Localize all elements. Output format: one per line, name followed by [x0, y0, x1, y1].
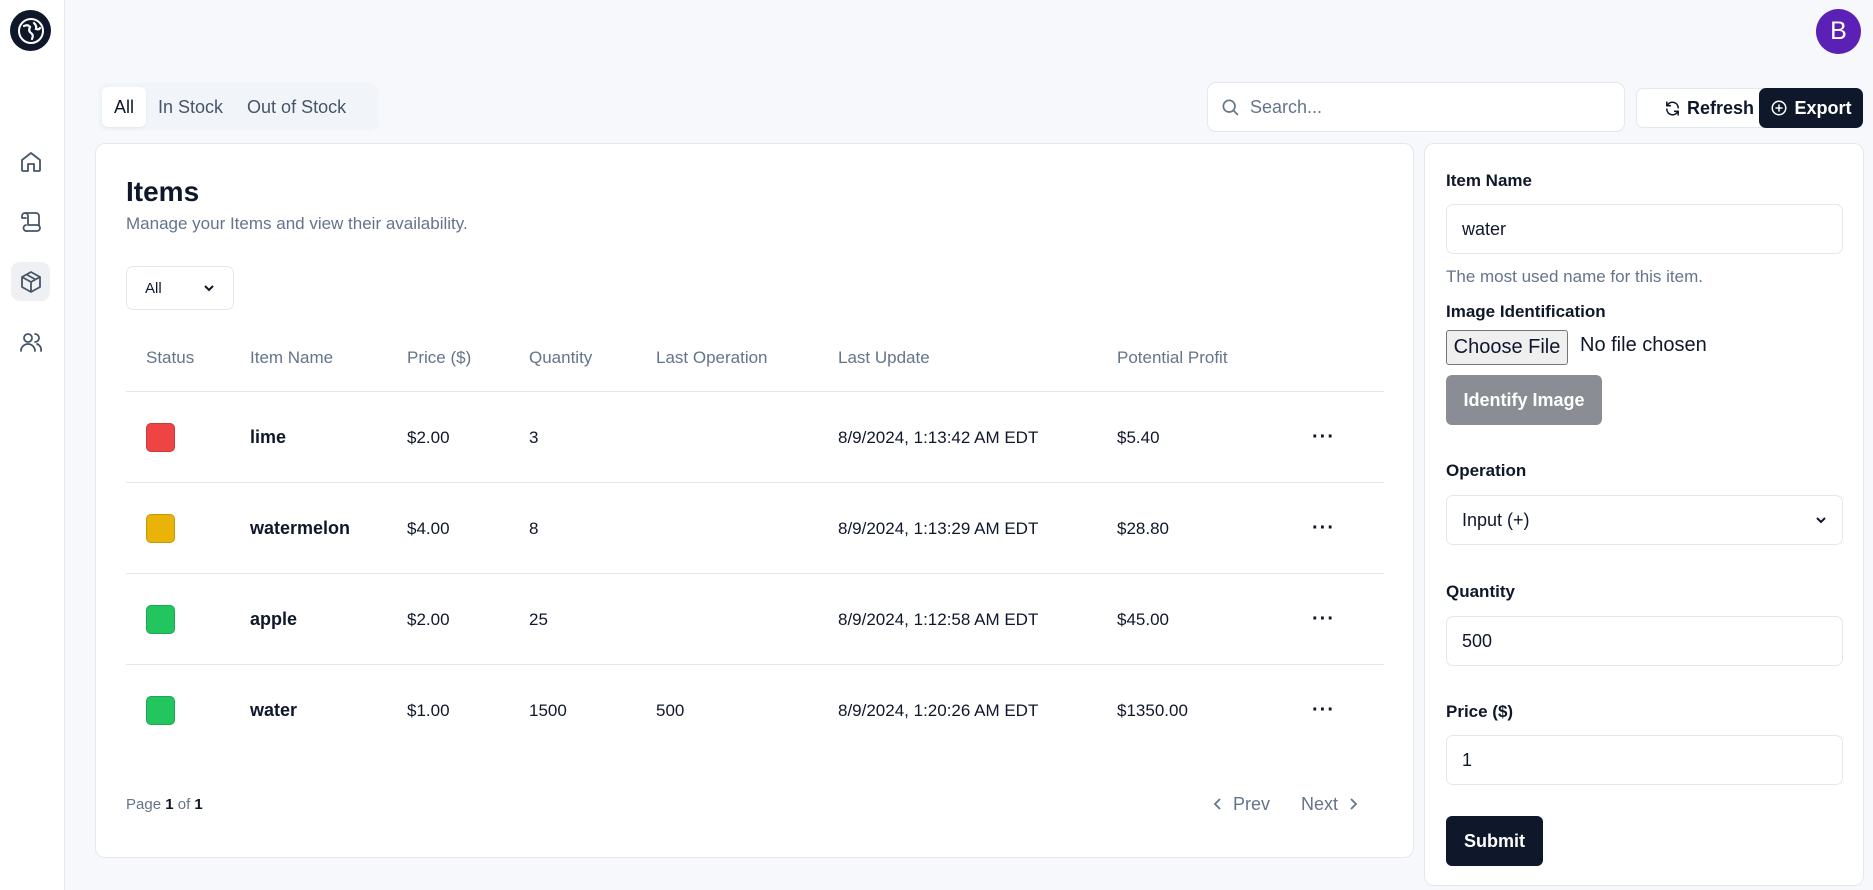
- table-row[interactable]: apple $2.00 25 8/9/2024, 1:12:58 AM EDT …: [126, 574, 1384, 665]
- item-price: $2.00: [407, 609, 450, 629]
- image-identification-label: Image Identification: [1446, 302, 1606, 321]
- item-profit: $5.40: [1117, 427, 1160, 447]
- more-actions-icon[interactable]: ···: [1312, 665, 1335, 756]
- item-last-update: 8/9/2024, 1:13:29 AM EDT: [838, 518, 1039, 538]
- page-title: Items: [126, 176, 200, 207]
- col-potential-profit: Potential Profit: [1117, 348, 1228, 367]
- col-item-name: Item Name: [250, 348, 334, 367]
- submit-button[interactable]: Submit: [1446, 816, 1543, 866]
- tab-in-stock[interactable]: In Stock: [146, 87, 235, 127]
- quantity-value: 500: [1462, 630, 1493, 651]
- item-name: lime: [250, 427, 287, 447]
- package-icon[interactable]: [11, 262, 50, 301]
- items-card: Items Manage your Items and view their a…: [95, 143, 1414, 858]
- chevron-left-icon: [1213, 798, 1221, 810]
- stock-tabs: All In Stock Out of Stock: [98, 83, 378, 131]
- choose-file-button[interactable]: Choose File: [1446, 330, 1568, 365]
- table-row[interactable]: watermelon $4.00 8 8/9/2024, 1:13:29 AM …: [126, 483, 1384, 574]
- item-form: Item Name water The most used name for t…: [1424, 143, 1864, 886]
- tab-all[interactable]: All: [102, 87, 147, 127]
- scroll-icon[interactable]: [11, 202, 50, 241]
- item-name-hint: The most used name for this item.: [1446, 267, 1703, 286]
- col-last-operation: Last Operation: [656, 348, 768, 367]
- more-actions-icon[interactable]: ···: [1312, 483, 1335, 574]
- table-row[interactable]: lime $2.00 3 8/9/2024, 1:13:42 AM EDT $5…: [126, 392, 1384, 483]
- next-page-button[interactable]: Next: [1301, 784, 1360, 824]
- items-table: Status Item Name Price ($) Quantity Last…: [126, 324, 1384, 756]
- home-icon[interactable]: [11, 142, 50, 181]
- item-name-value: water: [1462, 218, 1507, 239]
- price-label: Price ($): [1446, 702, 1514, 721]
- item-quantity: 25: [529, 609, 548, 629]
- export-button[interactable]: Export: [1759, 88, 1863, 128]
- search-icon: [1222, 99, 1239, 116]
- item-last-update: 8/9/2024, 1:12:58 AM EDT: [838, 609, 1039, 629]
- quantity-label: Quantity: [1446, 582, 1515, 601]
- chevron-right-icon: [1350, 798, 1358, 810]
- prev-label: Prev: [1233, 793, 1271, 814]
- col-last-update: Last Update: [838, 348, 930, 367]
- search-box: [1207, 82, 1625, 132]
- item-last-operation: 500: [656, 700, 685, 720]
- operation-label: Operation: [1446, 461, 1527, 480]
- item-profit: $45.00: [1117, 609, 1169, 629]
- operation-select[interactable]: Input (+): [1446, 495, 1843, 545]
- chevron-down-icon: [1816, 517, 1826, 524]
- of-word: of: [177, 796, 191, 813]
- total-pages: 1: [194, 796, 203, 813]
- price-input[interactable]: 1: [1446, 735, 1843, 785]
- more-actions-icon[interactable]: ···: [1312, 392, 1335, 483]
- item-name: watermelon: [250, 518, 351, 538]
- prev-page-button[interactable]: Prev: [1211, 784, 1270, 824]
- status-indicator: [146, 605, 175, 634]
- quantity-input[interactable]: 500: [1446, 616, 1843, 666]
- no-file-text: No file chosen: [1580, 334, 1707, 356]
- refresh-icon: [1666, 100, 1679, 116]
- current-page: 1: [165, 796, 174, 813]
- table-row[interactable]: water $1.00 1500 500 8/9/2024, 1:20:26 A…: [126, 665, 1384, 756]
- col-price: Price ($): [407, 348, 472, 367]
- item-quantity: 1500: [529, 700, 567, 720]
- price-value: 1: [1462, 749, 1473, 770]
- app-logo-icon[interactable]: [10, 10, 51, 51]
- next-label: Next: [1301, 793, 1339, 814]
- item-quantity: 8: [529, 518, 539, 538]
- status-indicator: [146, 696, 175, 725]
- page-subtitle: Manage your Items and view their availab…: [126, 214, 468, 233]
- page-indicator: Page 1 of 1: [126, 796, 203, 813]
- status-indicator: [146, 514, 175, 543]
- col-quantity: Quantity: [529, 348, 593, 367]
- identify-image-button[interactable]: Identify Image: [1446, 375, 1602, 425]
- item-profit: $1350.00: [1117, 700, 1188, 720]
- status-filter-select[interactable]: All: [126, 266, 234, 310]
- refresh-label: Refresh: [1686, 97, 1755, 118]
- item-price: $2.00: [407, 427, 450, 447]
- more-actions-icon[interactable]: ···: [1312, 574, 1335, 665]
- chevron-down-icon: [204, 285, 214, 292]
- item-name-input[interactable]: water: [1446, 204, 1843, 254]
- item-name: water: [250, 700, 298, 720]
- user-avatar[interactable]: B: [1816, 9, 1861, 54]
- export-label: Export: [1794, 97, 1852, 118]
- operation-value: Input (+): [1462, 509, 1530, 530]
- item-quantity: 3: [529, 427, 539, 447]
- table-header: Status Item Name Price ($) Quantity Last…: [126, 324, 1384, 392]
- item-name: apple: [250, 609, 298, 629]
- users-icon[interactable]: [11, 322, 50, 361]
- item-price: $1.00: [407, 700, 450, 720]
- search-input[interactable]: [1250, 96, 1590, 118]
- filter-value: All: [145, 279, 162, 297]
- page-word: Page: [126, 796, 162, 813]
- item-profit: $28.80: [1117, 518, 1169, 538]
- item-last-update: 8/9/2024, 1:20:26 AM EDT: [838, 700, 1039, 720]
- sidebar: [0, 0, 65, 890]
- item-name-label: Item Name: [1446, 171, 1532, 190]
- tab-out-of-stock[interactable]: Out of Stock: [235, 87, 358, 127]
- item-price: $4.00: [407, 518, 450, 538]
- col-status: Status: [146, 348, 195, 367]
- plus-circle-icon: [1771, 100, 1787, 116]
- status-indicator: [146, 423, 175, 452]
- item-last-update: 8/9/2024, 1:13:42 AM EDT: [838, 427, 1039, 447]
